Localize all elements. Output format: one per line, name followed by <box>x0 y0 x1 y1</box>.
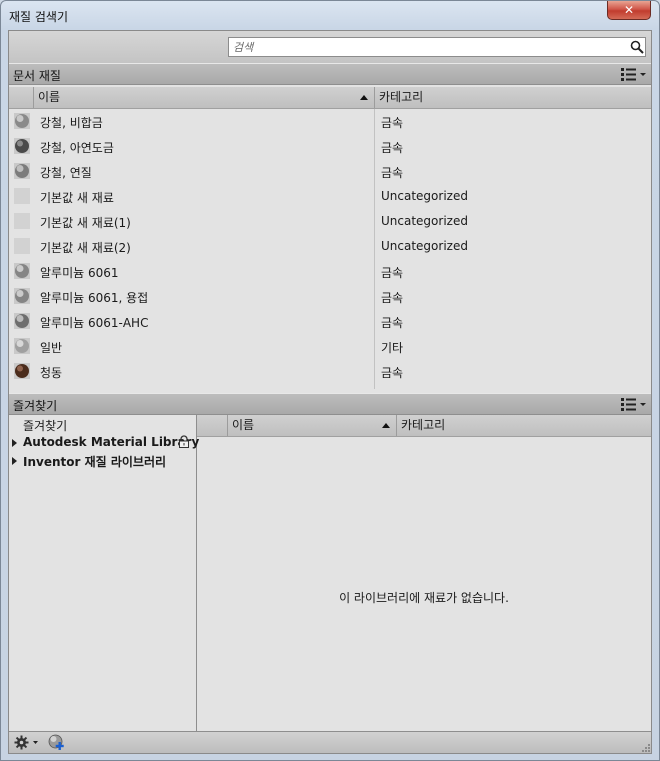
tree-item-label: Inventor 재질 라이브러리 <box>23 455 167 469</box>
material-swatch-icon <box>14 313 30 329</box>
document-material-list: 강철, 비합금 금속 강철, 아연도금 금속 강철, 연질 금속 기본값 새 재… <box>9 109 651 391</box>
gear-icon[interactable] <box>14 735 40 750</box>
empty-library-message: 이 라이브러리에 재료가 없습니다. <box>339 591 509 605</box>
tree-item-inventor-library[interactable]: Inventor 재질 라이브러리 <box>9 453 166 470</box>
material-row[interactable]: 기본값 새 재료(2) Uncategorized <box>9 234 651 259</box>
material-row[interactable]: 알루미늄 6061, 용접 금속 <box>9 284 651 309</box>
favorites-header[interactable]: 즐겨찾기 <box>9 393 651 415</box>
material-name: 기본값 새 재료(2) <box>40 241 131 255</box>
sort-ascending-icon <box>382 423 390 428</box>
material-category: 기타 <box>381 341 404 355</box>
material-name: 강철, 아연도금 <box>40 141 114 155</box>
material-swatch-icon <box>14 138 30 154</box>
material-category: 금속 <box>381 116 404 130</box>
search-bar <box>9 31 651 63</box>
material-swatch-icon <box>14 188 30 204</box>
category-column-header[interactable]: 카테고리 <box>374 87 651 108</box>
name-column-header[interactable]: 이름 <box>33 87 375 108</box>
material-category: 금속 <box>381 291 404 305</box>
tree-item-label: Autodesk Material Library <box>23 435 200 449</box>
search-input[interactable] <box>228 37 646 57</box>
material-name: 알루미늄 6061-AHC <box>40 316 149 330</box>
material-row[interactable]: 강철, 연질 금속 <box>9 159 651 184</box>
material-swatch-icon <box>14 338 30 354</box>
window-title: 재질 검색기 <box>9 10 69 24</box>
material-swatch-icon <box>14 163 30 179</box>
view-options-icon[interactable] <box>620 397 648 412</box>
material-name: 기본값 새 재료 <box>40 191 114 205</box>
close-button[interactable]: ✕ <box>607 1 651 20</box>
material-name: 알루미늄 6061 <box>40 266 119 280</box>
material-swatch-icon <box>14 363 30 379</box>
category-column-label: 카테고리 <box>401 418 446 432</box>
material-name: 강철, 비합금 <box>40 116 103 130</box>
browser-panel: 문서 재질 이름 카테고리 강철, 비합금 금속 <box>8 30 652 754</box>
document-materials-title: 문서 재질 <box>13 69 61 83</box>
material-category: 금속 <box>381 266 404 280</box>
bottom-toolbar <box>9 731 651 753</box>
material-category: 금속 <box>381 366 404 380</box>
expand-arrow-icon[interactable] <box>12 439 17 447</box>
material-name: 청동 <box>40 366 63 380</box>
material-swatch-icon <box>14 263 30 279</box>
material-category: 금속 <box>381 141 404 155</box>
favorites-material-list: 이름 카테고리 이 라이브러리에 재료가 없습니다. <box>197 415 651 733</box>
view-options-icon[interactable] <box>620 67 648 82</box>
document-materials-header[interactable]: 문서 재질 <box>9 63 651 85</box>
material-category: Uncategorized <box>381 189 468 203</box>
material-category: 금속 <box>381 316 404 330</box>
resize-grip-icon[interactable] <box>641 743 651 753</box>
material-swatch-icon <box>14 238 30 254</box>
material-browser-window: 재질 검색기 ✕ 문서 재질 이름 카테고 <box>0 0 660 761</box>
document-column-header: 이름 카테고리 <box>9 87 651 109</box>
material-row[interactable]: 강철, 아연도금 금속 <box>9 134 651 159</box>
material-category: Uncategorized <box>381 214 468 228</box>
name-column-header[interactable]: 이름 <box>227 415 397 436</box>
tree-item-label: 즐겨찾기 <box>23 419 68 433</box>
column-divider <box>374 109 375 389</box>
category-column-label: 카테고리 <box>379 90 424 104</box>
library-tree: 즐겨찾기 Autodesk Material Library Inventor … <box>9 415 199 733</box>
lock-icon <box>179 435 189 448</box>
material-name: 알루미늄 6061, 용접 <box>40 291 149 305</box>
material-name: 기본값 새 재료(1) <box>40 216 131 230</box>
material-swatch-icon <box>14 288 30 304</box>
add-material-icon[interactable] <box>48 734 65 751</box>
material-row[interactable]: 기본값 새 재료(1) Uncategorized <box>9 209 651 234</box>
material-row[interactable]: 알루미늄 6061-AHC 금속 <box>9 309 651 334</box>
material-category: Uncategorized <box>381 239 468 253</box>
name-column-label: 이름 <box>38 90 61 104</box>
category-column-header[interactable]: 카테고리 <box>396 415 651 436</box>
material-swatch-icon <box>14 113 30 129</box>
material-row[interactable]: 알루미늄 6061 금속 <box>9 259 651 284</box>
sort-ascending-icon <box>360 95 368 100</box>
tree-item-favorites[interactable]: 즐겨찾기 <box>23 417 67 434</box>
expand-arrow-icon[interactable] <box>12 457 17 465</box>
favorites-title: 즐겨찾기 <box>13 399 58 413</box>
name-column-label: 이름 <box>232 418 255 432</box>
material-swatch-icon <box>14 213 30 229</box>
material-category: 금속 <box>381 166 404 180</box>
title-bar[interactable]: 재질 검색기 ✕ <box>1 1 659 30</box>
material-row[interactable]: 기본값 새 재료 Uncategorized <box>9 184 651 209</box>
material-name: 일반 <box>40 341 63 355</box>
tree-item-autodesk-library[interactable]: Autodesk Material Library <box>9 435 199 449</box>
material-row[interactable]: 강철, 비합금 금속 <box>9 109 651 134</box>
favorites-column-header: 이름 카테고리 <box>197 415 651 437</box>
search-icon[interactable] <box>630 40 644 54</box>
material-name: 강철, 연질 <box>40 166 92 180</box>
material-row[interactable]: 일반 기타 <box>9 334 651 359</box>
material-row[interactable]: 청동 금속 <box>9 359 651 384</box>
